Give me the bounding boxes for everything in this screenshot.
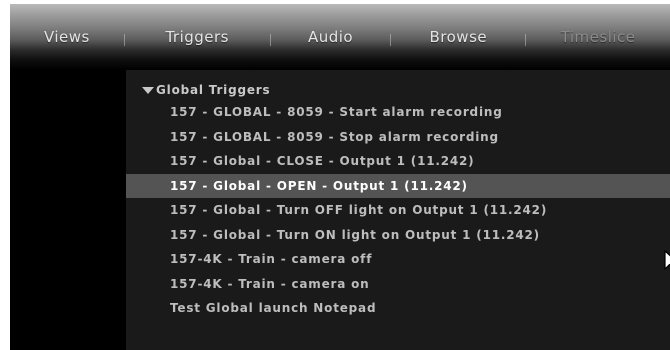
- trigger-item[interactable]: 157 - Global - Turn ON light on Output 1…: [126, 223, 670, 248]
- tab-audio[interactable]: Audio: [271, 4, 391, 70]
- triggers-tree: Global Triggers 157 - GLOBAL - 8059 - St…: [126, 70, 670, 350]
- trigger-item[interactable]: 157 - GLOBAL - 8059 - Start alarm record…: [126, 100, 670, 125]
- trigger-item-selected[interactable]: 157 - Global - OPEN - Output 1 (11.242): [126, 173, 670, 198]
- trigger-item[interactable]: 157-4K - Train - camera off: [126, 247, 670, 272]
- triangle-down-icon[interactable]: [142, 87, 154, 94]
- trigger-item[interactable]: 157 - Global - CLOSE - Output 1 (11.242): [126, 149, 670, 174]
- tab-browse[interactable]: Browse: [391, 4, 525, 70]
- tab-bar: Views Triggers Audio Browse Timeslice: [10, 4, 670, 70]
- trigger-list: 157 - GLOBAL - 8059 - Start alarm record…: [126, 100, 670, 321]
- tree-group-label: Global Triggers: [156, 83, 271, 97]
- tab-views[interactable]: Views: [10, 4, 124, 70]
- tab-timeslice: Timeslice: [560, 28, 636, 46]
- tab-triggers[interactable]: Triggers: [125, 4, 270, 70]
- trigger-item[interactable]: Test Global launch Notepad: [126, 296, 670, 321]
- left-panel: [10, 70, 126, 350]
- trigger-item[interactable]: 157 - GLOBAL - 8059 - Stop alarm recordi…: [126, 125, 670, 150]
- app-window: Views Triggers Audio Browse Timeslice Gl…: [10, 4, 670, 350]
- trigger-item[interactable]: 157-4K - Train - camera on: [126, 272, 670, 297]
- tree-group-global-triggers[interactable]: Global Triggers: [142, 81, 270, 99]
- trigger-item[interactable]: 157 - Global - Turn OFF light on Output …: [126, 198, 670, 223]
- mouse-cursor-icon: [664, 250, 670, 270]
